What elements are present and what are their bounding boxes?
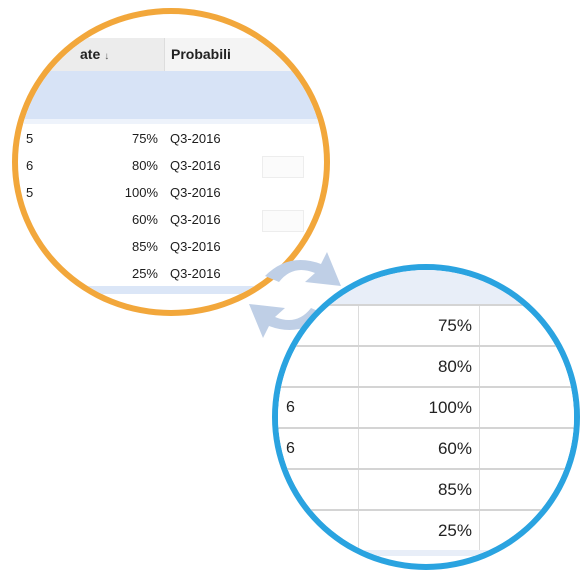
table-row[interactable]: 5 100% Q3-2016 <box>18 179 324 205</box>
bottom-magnifier: 75% 80% 6 100% 6 60% 85% 25% <box>272 264 580 570</box>
column-divider <box>358 306 359 347</box>
quarter-cell: Q3-2016 <box>170 212 221 227</box>
highlighted-row-band <box>278 270 574 304</box>
table-row[interactable]: 60% Q3-2016 <box>18 206 324 232</box>
column-divider <box>479 511 480 552</box>
probability-cell: 85% <box>437 480 472 499</box>
quarter-cell: Q3-2016 <box>170 131 221 146</box>
probability-cell: 60% <box>437 439 472 458</box>
probability-cell: 25% <box>437 521 472 540</box>
table-row[interactable]: 25% <box>278 509 574 552</box>
probability-cell: 100% <box>428 398 472 417</box>
row-band-edge <box>18 119 324 124</box>
column-divider <box>479 388 480 429</box>
table-row[interactable]: 6 100% <box>278 386 574 429</box>
row-band-bottom <box>278 550 574 556</box>
column-divider <box>358 388 359 429</box>
probability-cell: 75% <box>437 316 472 335</box>
quarter-cell: Q3-2016 <box>170 185 221 200</box>
table-row[interactable]: 75% <box>278 304 574 347</box>
quarter-cell: Q3-2016 <box>170 239 221 254</box>
highlighted-row-band <box>18 71 324 119</box>
column-divider <box>358 470 359 511</box>
row-lead-digit: 5 <box>26 185 34 200</box>
table-row[interactable]: 6 80% Q3-2016 <box>18 152 324 178</box>
table-row[interactable]: 6 60% <box>278 427 574 470</box>
probability-cell: 75% <box>131 131 158 146</box>
quarter-cell: Q3-2016 <box>170 158 221 173</box>
probability-column-header[interactable]: Probabili <box>164 38 324 71</box>
column-divider <box>479 429 480 470</box>
row-lead-digit: 6 <box>286 440 295 457</box>
date-column-label: ate <box>80 46 101 62</box>
probability-cell: 25% <box>131 266 158 281</box>
table-row[interactable]: 5 75% Q3-2016 <box>18 125 324 151</box>
quarter-cell: Q3-2016 <box>170 266 221 281</box>
date-column-header[interactable]: ate ↓ <box>80 38 164 71</box>
probability-column-label: Probabili <box>171 46 231 62</box>
column-divider <box>479 470 480 511</box>
column-divider <box>358 511 359 552</box>
column-divider <box>479 306 480 347</box>
table-header: ate ↓ Probabili <box>18 38 324 71</box>
sort-down-icon[interactable]: ↓ <box>104 51 109 62</box>
row-lead-digit: 6 <box>286 399 295 416</box>
column-divider <box>479 347 480 388</box>
probability-cell: 80% <box>437 357 472 376</box>
row-lead-digit: 5 <box>26 131 34 146</box>
probability-cell: 60% <box>131 212 158 227</box>
column-divider <box>358 347 359 388</box>
probability-cell: 85% <box>131 239 158 254</box>
table-row[interactable]: 85% <box>278 468 574 511</box>
empty-input-cell[interactable] <box>262 210 304 232</box>
probability-cell: 80% <box>131 158 158 173</box>
empty-input-cell[interactable] <box>262 156 304 178</box>
row-lead-digit: 6 <box>26 158 34 173</box>
column-divider <box>358 429 359 470</box>
table-row[interactable]: 80% <box>278 345 574 388</box>
probability-cell: 100% <box>124 185 158 200</box>
